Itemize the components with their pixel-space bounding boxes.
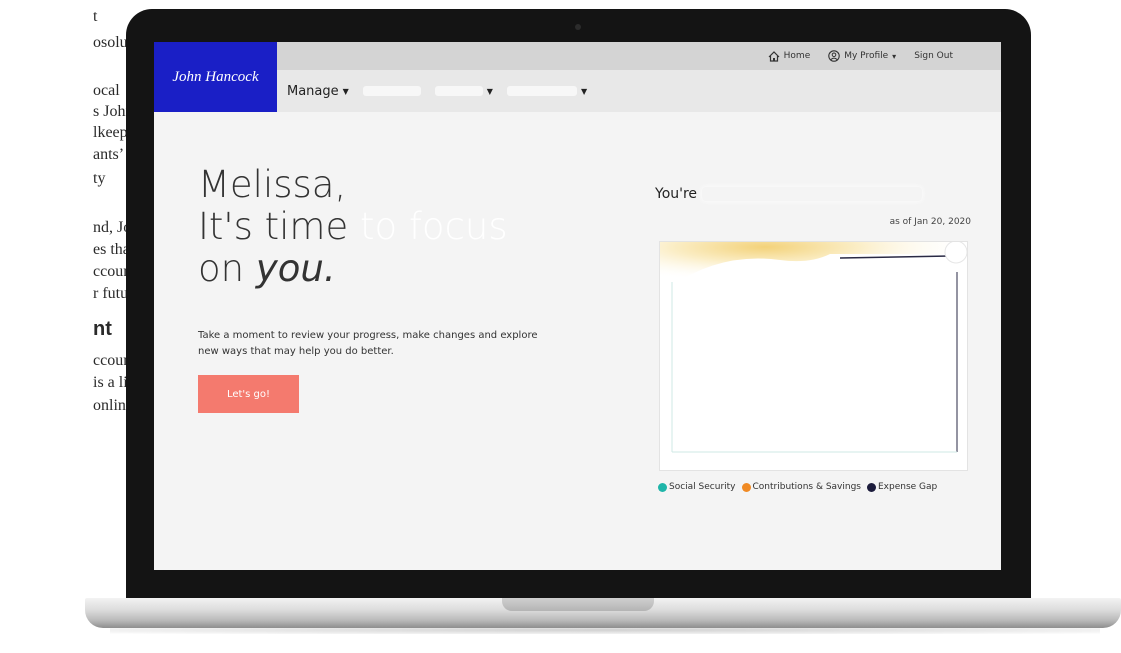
utility-bar: Home My Profile ▾ Sign Out	[277, 42, 1001, 70]
legend-dot	[658, 482, 667, 492]
chevron-down-icon: ▼	[580, 86, 588, 96]
hero-line-time-text: It's time	[198, 205, 349, 248]
hero-line-you-emphasis: you.	[255, 247, 336, 290]
redacted-label	[506, 86, 577, 96]
my-profile-label: My Profile	[844, 51, 889, 61]
hero-line-on: on	[198, 247, 245, 290]
legend-label: Social Security	[669, 482, 736, 492]
progress-chart	[659, 240, 968, 471]
brand-logo[interactable]: John Hancock	[154, 42, 277, 112]
legend-label: Expense Gap	[878, 482, 938, 492]
legend-label: Contributions & Savings	[752, 482, 861, 492]
progress-heading-redacted	[701, 187, 922, 201]
legend-contributions-savings: Contributions & Savings	[741, 482, 861, 492]
laptop-screen: John Hancock Home My Profile ▾ Sign Out …	[154, 42, 1001, 570]
as-of-date: as of Jan 20, 2020	[889, 217, 971, 227]
laptop-notch	[502, 598, 654, 611]
article-line: ocal	[93, 82, 120, 99]
article-line: t	[93, 8, 98, 25]
home-icon	[768, 50, 780, 62]
chart-expense-line	[839, 255, 951, 259]
user-icon	[828, 50, 840, 62]
home-label: Home	[783, 51, 811, 61]
nav-manage-label: Manage	[287, 83, 339, 99]
progress-chart-graphic	[660, 240, 968, 453]
nav-manage[interactable]: Manage ▼	[287, 84, 349, 99]
home-link[interactable]: Home	[768, 50, 811, 62]
chart-area-shape	[660, 242, 960, 292]
main-nav: Manage ▼ ▼ ▼	[277, 70, 1001, 112]
hero-line-name: Melissa,	[198, 163, 347, 206]
redacted-label	[434, 86, 483, 96]
progress-heading-prefix: You're	[655, 186, 698, 202]
nav-item-redacted[interactable]: ▼	[434, 86, 493, 96]
hero-subtext: Take a moment to review your progress, m…	[198, 330, 538, 357]
chevron-down-icon: ▼	[486, 86, 493, 96]
background-article: t osolutely ocal s John lkeeper, ants’ t…	[0, 0, 152, 653]
hero-line-time-faded: to focus	[360, 205, 508, 248]
legend-social-security: Social Security	[658, 482, 736, 492]
article-heading: nt	[93, 318, 112, 340]
sign-out-link[interactable]: Sign Out	[914, 51, 953, 61]
legend-dot	[741, 482, 751, 492]
redacted-label	[362, 86, 421, 96]
progress-heading: You're	[655, 186, 922, 202]
nav-item-redacted[interactable]: ▼	[506, 86, 588, 96]
sign-out-label: Sign Out	[914, 51, 953, 61]
chart-marker[interactable]	[944, 240, 968, 264]
hero-line-time: It's time to focus	[198, 206, 508, 248]
hero-heading: Melissa, It's time to focus on you.	[198, 164, 508, 290]
legend-dot	[867, 482, 876, 492]
logo-text: John Hancock	[172, 68, 259, 85]
lets-go-button[interactable]: Let's go!	[198, 375, 299, 413]
hero-line-you: on you.	[198, 248, 508, 290]
legend-expense-gap: Expense Gap	[867, 482, 937, 492]
chevron-down-icon: ▼	[342, 86, 349, 96]
nav-item-redacted[interactable]	[362, 86, 421, 96]
chart-legend: Social Security Contributions & Savings …	[658, 482, 937, 492]
camera-icon	[575, 24, 581, 30]
my-profile-link[interactable]: My Profile ▾	[828, 50, 896, 62]
article-line: ants’	[93, 146, 125, 163]
chevron-down-icon: ▾	[892, 51, 897, 61]
article-line: ty	[93, 170, 106, 187]
